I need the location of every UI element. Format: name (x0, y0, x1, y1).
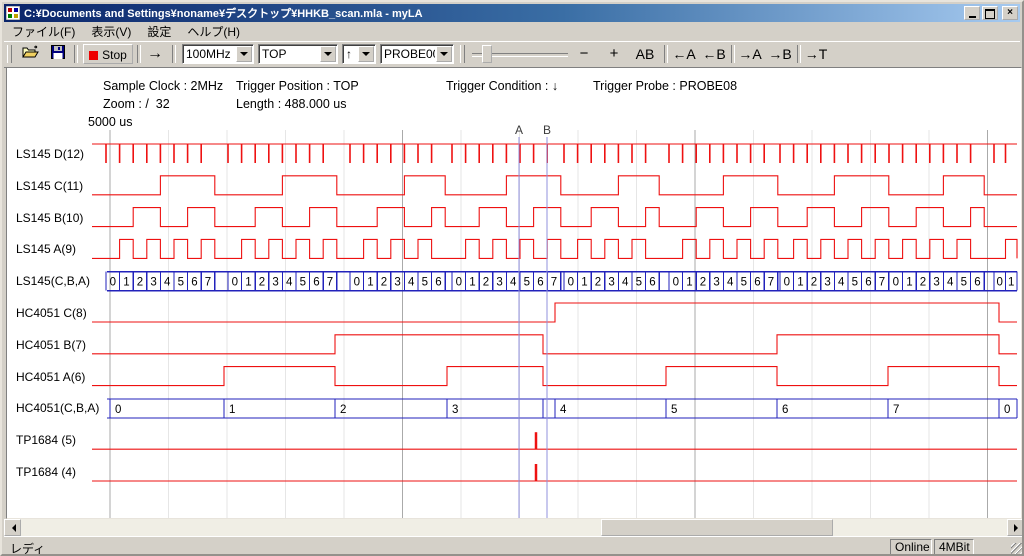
dropdown-button[interactable] (436, 46, 452, 62)
scroll-right-button[interactable] (1007, 519, 1024, 536)
chevron-down-icon (440, 52, 448, 60)
menu-file[interactable]: ファイル(F) (4, 21, 83, 42)
open-button[interactable] (18, 44, 42, 64)
goto-cursor-a-right-button[interactable]: →A (736, 44, 764, 64)
goto-trigger-button[interactable]: →T (802, 44, 830, 64)
save-button[interactable] (46, 44, 70, 64)
toolbar-grip[interactable] (7, 45, 12, 63)
status-bar: レディ Online 4MBit (4, 536, 1024, 556)
minimize-button[interactable] (964, 6, 980, 20)
toolbar-separator (74, 45, 78, 63)
triangle-left-icon (8, 524, 16, 532)
zoom-ab-button[interactable]: AB (630, 44, 660, 64)
toolbar-separator (137, 45, 141, 63)
signal-label[interactable]: HC4051 A(6) (16, 370, 85, 384)
trigger-position-value: TOP (262, 47, 319, 61)
signal-label[interactable]: HC4051 C(8) (16, 306, 87, 320)
triangle-right-icon (1014, 524, 1022, 532)
dropdown-button[interactable] (358, 46, 374, 62)
chevron-down-icon (240, 52, 248, 60)
toolbar-grip[interactable] (460, 45, 465, 63)
trigger-edge-combobox[interactable]: ↑ (342, 44, 376, 64)
signal-label[interactable]: HC4051(C,B,A) (16, 401, 99, 415)
run-button[interactable]: → (142, 44, 168, 64)
status-memory: 4MBit (934, 539, 974, 555)
chevron-down-icon (362, 52, 370, 60)
menu-bar: ファイル(F) 表示(V) 設定 ヘルプ(H) (4, 22, 1020, 41)
chevron-down-icon (324, 52, 332, 60)
signal-label[interactable]: TP1684 (4) (16, 465, 76, 479)
toolbar: Stop → 100MHz TOP ↑ PROBE00 − + AB ←A ←B (4, 41, 1020, 68)
menu-view[interactable]: 表示(V) (83, 21, 139, 42)
status-online: Online (890, 539, 932, 555)
toolbar-separator (172, 45, 176, 63)
app-window: C:¥Documents and Settings¥noname¥デスクトップ¥… (0, 0, 1024, 556)
scroll-left-button[interactable] (4, 519, 21, 536)
stop-button[interactable]: Stop (83, 44, 133, 64)
horizontal-scrollbar[interactable] (4, 519, 1024, 536)
maximize-icon (985, 9, 995, 19)
close-button[interactable]: × (1002, 6, 1018, 20)
minimize-icon (969, 16, 976, 18)
sample-clock-combobox[interactable]: 100MHz (182, 44, 254, 64)
trigger-edge-value: ↑ (346, 47, 357, 61)
stop-label: Stop (102, 48, 127, 62)
toolbar-separator (731, 45, 735, 63)
zoom-info: Zoom : / 32 (103, 97, 170, 111)
toolbar-separator (797, 45, 801, 63)
signal-label[interactable]: TP1684 (5) (16, 433, 76, 447)
scrollbar-thumb[interactable] (601, 519, 833, 536)
trigger-condition-info: Trigger Condition : ↓ (446, 79, 558, 93)
menu-help[interactable]: ヘルプ(H) (179, 21, 248, 42)
signal-label[interactable]: LS145(C,B,A) (16, 274, 90, 288)
goto-cursor-a-left-button[interactable]: ←A (670, 44, 698, 64)
goto-cursor-b-right-button[interactable]: →B (766, 44, 794, 64)
timescale-label: 5000 us (88, 115, 132, 129)
goto-cursor-b-left-button[interactable]: ←B (700, 44, 728, 64)
close-icon: × (1007, 7, 1013, 18)
toolbar-separator (664, 45, 668, 63)
signal-label[interactable]: LS145 D(12) (16, 147, 84, 161)
dropdown-button[interactable] (236, 46, 252, 62)
status-ready: レディ (10, 540, 45, 556)
trigger-probe-info: Trigger Probe : PROBE08 (593, 79, 737, 93)
probe-combobox[interactable]: PROBE00 (380, 44, 454, 64)
probe-value: PROBE00 (384, 47, 435, 61)
zoom-out-button[interactable]: − (572, 44, 596, 64)
length-info: Length : 488.000 us (236, 97, 347, 111)
zoom-in-button[interactable]: + (602, 44, 626, 64)
sample-clock-info: Sample Clock : 2MHz (103, 79, 223, 93)
dropdown-button[interactable] (320, 46, 336, 62)
signal-label[interactable]: LS145 A(9) (16, 242, 76, 256)
stop-icon (89, 51, 98, 60)
signal-label[interactable]: LS145 C(11) (16, 179, 83, 193)
waveform-panel: Sample Clock : 2MHz Trigger Position : T… (6, 67, 1022, 519)
save-floppy-icon (51, 45, 65, 59)
trigger-position-combobox[interactable]: TOP (258, 44, 338, 64)
title-bar[interactable]: C:¥Documents and Settings¥noname¥デスクトップ¥… (4, 4, 1020, 22)
signal-label[interactable]: HC4051 B(7) (16, 338, 86, 352)
open-folder-icon (22, 45, 39, 59)
signal-label[interactable]: LS145 B(10) (16, 211, 83, 225)
trigger-position-info: Trigger Position : TOP (236, 79, 359, 93)
resize-grip[interactable] (1011, 543, 1024, 556)
maximize-button[interactable] (982, 6, 998, 20)
zoom-slider-thumb[interactable] (482, 45, 492, 63)
menu-settings[interactable]: 設定 (139, 21, 179, 42)
sample-clock-value: 100MHz (186, 47, 235, 61)
window-title: C:¥Documents and Settings¥noname¥デスクトップ¥… (24, 5, 964, 21)
app-icon (6, 6, 20, 20)
